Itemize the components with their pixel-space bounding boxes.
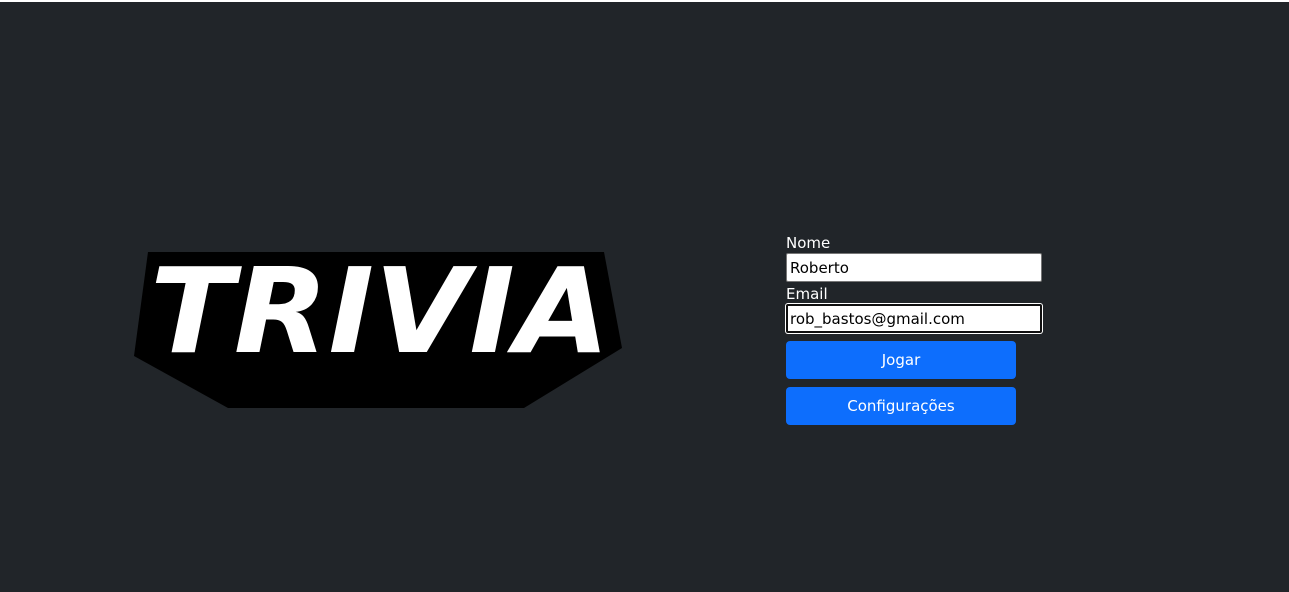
trivia-logo: TRIVIA TRIVIA	[130, 248, 628, 414]
login-form: Nome Email Jogar Configurações	[786, 234, 1046, 425]
app-background: TRIVIA TRIVIA Nome Email Jogar Configura…	[0, 2, 1289, 592]
name-input[interactable]	[786, 253, 1042, 282]
play-button[interactable]: Jogar	[786, 341, 1016, 379]
email-input[interactable]	[786, 304, 1042, 333]
settings-button[interactable]: Configurações	[786, 387, 1016, 425]
name-label: Nome	[786, 234, 831, 252]
logo-text: TRIVIA	[150, 248, 610, 380]
email-label: Email	[786, 285, 828, 303]
